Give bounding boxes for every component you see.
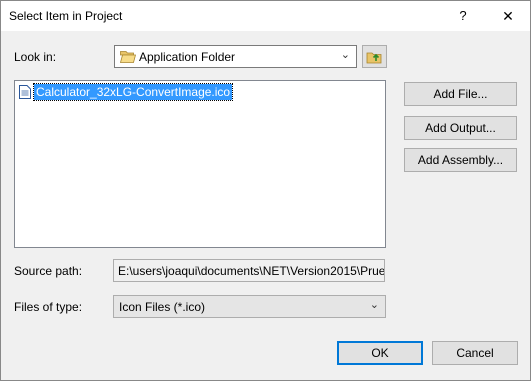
title-bar: Select Item in Project ? ✕: [1, 1, 530, 31]
select-item-dialog: Select Item in Project ? ✕ Look in: Appl…: [0, 0, 531, 381]
close-button[interactable]: ✕: [497, 5, 519, 27]
files-of-type-value: Icon Files (*.ico): [119, 300, 206, 314]
cancel-button[interactable]: Cancel: [432, 341, 518, 365]
folder-up-icon: [366, 52, 382, 64]
file-name: Calculator_32xLG-ConvertImage.ico: [32, 83, 234, 101]
files-of-type-dropdown[interactable]: Icon Files (*.ico) ⌄: [113, 295, 386, 318]
source-path-value: E:\users\joaqui\documents\NET\Version201…: [118, 264, 385, 278]
add-output-button[interactable]: Add Output...: [404, 116, 517, 140]
look-in-label: Look in:: [14, 50, 57, 64]
open-folder-icon: [120, 51, 136, 63]
chevron-down-icon: ⌄: [369, 299, 379, 311]
look-in-value: Application Folder: [139, 50, 236, 64]
up-one-level-button[interactable]: [362, 45, 387, 68]
file-icon: [19, 85, 31, 99]
look-in-dropdown[interactable]: Application Folder ⌄: [114, 45, 357, 68]
help-button[interactable]: ?: [453, 5, 473, 27]
ok-button[interactable]: OK: [337, 341, 423, 365]
files-of-type-label: Files of type:: [14, 300, 83, 314]
dialog-title: Select Item in Project: [9, 9, 123, 23]
chevron-down-icon: ⌄: [340, 49, 350, 61]
source-path-label: Source path:: [14, 264, 83, 278]
file-list[interactable]: Calculator_32xLG-ConvertImage.ico: [14, 80, 386, 248]
source-path-field[interactable]: E:\users\joaqui\documents\NET\Version201…: [113, 259, 385, 282]
add-file-button[interactable]: Add File...: [404, 82, 517, 106]
add-assembly-button[interactable]: Add Assembly...: [404, 148, 517, 172]
